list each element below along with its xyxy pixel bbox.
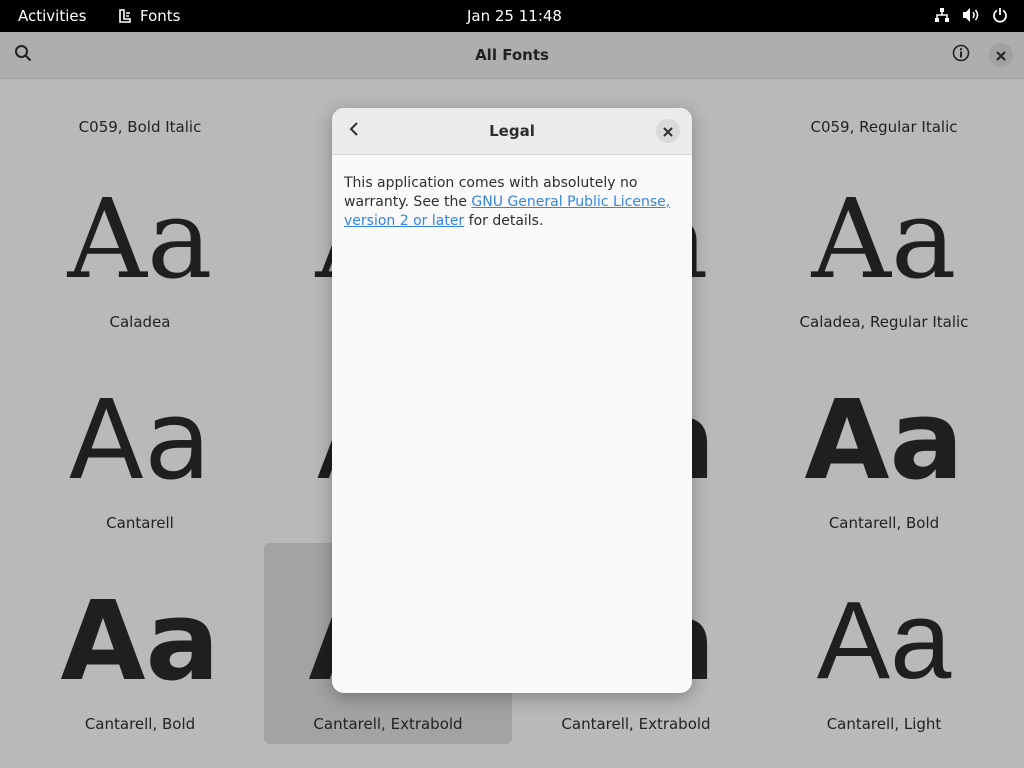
dialog-close-button[interactable] — [656, 119, 680, 143]
legal-text: This application comes with absolutely n… — [344, 174, 682, 231]
dialog-header: Legal — [332, 108, 692, 155]
app-menu-label: Fonts — [140, 7, 181, 25]
clock[interactable]: Jan 25 11:48 — [467, 7, 562, 25]
top-bar: Activities Fonts Jan 25 11:48 — [0, 0, 1024, 32]
power-icon — [992, 7, 1008, 23]
fonts-app-icon — [118, 9, 132, 23]
network-icon — [934, 7, 950, 23]
activities-button[interactable]: Activities — [18, 7, 86, 25]
legal-dialog: Legal This application comes with absolu… — [332, 108, 692, 693]
app-menu[interactable]: Fonts — [118, 7, 180, 25]
dialog-title: Legal — [489, 122, 535, 140]
volume-icon — [962, 7, 980, 23]
legal-text-after: for details. — [464, 213, 544, 229]
system-tray[interactable] — [934, 7, 1008, 23]
close-icon — [663, 122, 673, 141]
